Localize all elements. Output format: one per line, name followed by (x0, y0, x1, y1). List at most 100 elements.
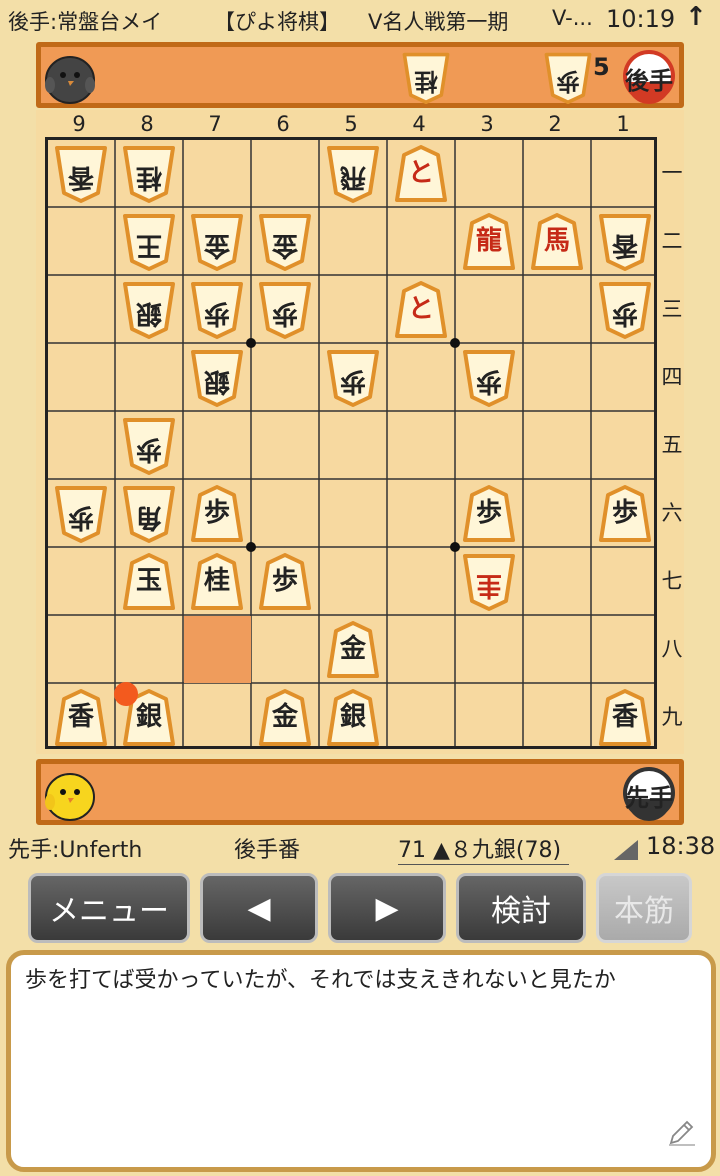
info-bar: 先手:Unferth 後手番 71 ▲８九銀(78) 18:38 (0, 830, 720, 866)
shogi-board[interactable]: 香桂飛と王金金龍馬香銀歩歩と歩銀歩歩歩歩角歩歩歩玉桂歩圭金香銀金銀香 (45, 137, 657, 749)
piece-char: 金 (272, 230, 299, 260)
piece-char: 圭 (476, 570, 503, 600)
hand-piece-count: 5 (593, 53, 610, 81)
app-name: 【ぴよ将棋】 (214, 10, 340, 34)
piece-sente[interactable]: 金 (326, 621, 380, 679)
piece-gote[interactable]: 歩 (122, 417, 176, 475)
analyze-button[interactable]: 検討 (456, 873, 586, 943)
pencil-icon[interactable] (667, 1117, 697, 1157)
piece-gote[interactable]: 歩 (54, 485, 108, 543)
comment-text: 歩を打てば受かっていたが、それでは支えきれないと見たか (25, 968, 616, 993)
piece-gote[interactable]: 歩 (326, 349, 380, 407)
next-move-button[interactable]: ▶ (328, 873, 446, 943)
piece-char: 王 (136, 230, 163, 260)
gote-hand-area[interactable]: 桂 歩5 後手 (36, 42, 684, 108)
file-label: 1 (616, 112, 630, 136)
piece-sente[interactable]: 歩 (462, 485, 516, 543)
move-marker-dot (114, 682, 138, 706)
piece-gote[interactable]: 銀 (190, 349, 244, 407)
rank-label: 六 (661, 501, 683, 525)
mainline-button[interactable]: 本筋 (596, 873, 692, 943)
rank-label: 九 (661, 705, 683, 729)
file-label: 7 (208, 112, 222, 136)
piece-sente[interactable]: と (394, 145, 448, 203)
sente-badge-label: 先手 (625, 784, 673, 812)
event-title-more: V-... (552, 6, 593, 30)
piece-gote[interactable]: 歩 (462, 349, 516, 407)
piece-gote[interactable]: 圭 (462, 553, 516, 611)
rank-label: 一 (661, 161, 683, 185)
hand-piece[interactable]: 桂 (402, 52, 451, 105)
rank-label: 二 (661, 229, 683, 253)
piece-gote[interactable]: 飛 (326, 145, 380, 203)
piece-gote[interactable]: 歩 (258, 281, 312, 339)
piece-char: と (407, 294, 434, 324)
piece-char: 桂 (203, 566, 230, 596)
piece-char: 角 (136, 502, 163, 532)
file-label: 5 (344, 112, 358, 136)
menu-button[interactable]: メニュー (28, 873, 190, 943)
piece-sente[interactable]: 歩 (258, 553, 312, 611)
file-label: 4 (412, 112, 426, 136)
piece-sente[interactable]: 香 (54, 689, 108, 747)
sente-hand-area[interactable]: 先手 (36, 759, 684, 825)
file-label: 8 (140, 112, 154, 136)
piece-char: 金 (339, 634, 366, 664)
file-label: 6 (276, 112, 290, 136)
move-indicator[interactable]: 71 ▲８九銀(78) (398, 832, 570, 865)
piece-gote[interactable]: 香 (598, 213, 652, 271)
piece-gote[interactable]: 歩 (190, 281, 244, 339)
piece-gote[interactable]: 角 (122, 485, 176, 543)
gote-badge-label: 後手 (625, 67, 673, 95)
hand-piece[interactable]: 歩 (544, 52, 593, 105)
gote-badge: 後手 (621, 48, 677, 104)
piece-gote[interactable]: 金 (190, 213, 244, 271)
piece-char: 歩 (68, 502, 95, 532)
piece-char: 金 (204, 230, 231, 260)
piece-char: 歩 (611, 498, 638, 528)
sente-badge: 先手 (621, 765, 677, 821)
hand-piece-char: 桂 (414, 67, 438, 95)
piece-sente[interactable]: 金 (258, 689, 312, 747)
piece-char: 飛 (340, 162, 367, 192)
piece-sente[interactable]: 桂 (190, 553, 244, 611)
prev-move-button[interactable]: ◀ (200, 873, 318, 943)
status-bar: 後手:常盤台メイ 【ぴよ将棋】 V名人戦第一期 V-... 10:19 ↑ (0, 0, 720, 40)
comment-box[interactable]: 歩を打てば受かっていたが、それでは支えきれないと見たか (6, 950, 716, 1172)
piece-char: 歩 (203, 498, 230, 528)
piece-char: 馬 (543, 226, 570, 256)
turn-indicator: 後手番 (234, 838, 301, 863)
piece-char: 歩 (271, 566, 298, 596)
file-label: 9 (72, 112, 86, 136)
piece-sente[interactable]: 馬 (530, 213, 584, 271)
gote-player-label: 後手:常盤台メイ (8, 10, 163, 34)
piece-gote[interactable]: 銀 (122, 281, 176, 339)
piece-char: 歩 (272, 298, 299, 328)
piece-char: 香 (611, 702, 638, 732)
yellow-chick-icon (43, 768, 97, 822)
last-move-highlight (184, 616, 251, 683)
piece-sente[interactable]: 玉 (122, 553, 176, 611)
piece-gote[interactable]: 歩 (598, 281, 652, 339)
piece-sente[interactable]: と (394, 281, 448, 339)
piece-gote[interactable]: 王 (122, 213, 176, 271)
piece-char: 龍 (475, 226, 502, 256)
piece-char: 歩 (476, 366, 503, 396)
piece-sente[interactable]: 香 (598, 689, 652, 747)
piece-gote[interactable]: 香 (54, 145, 108, 203)
piece-sente[interactable]: 歩 (598, 485, 652, 543)
piece-char: 金 (271, 702, 298, 732)
event-title: V名人戦第一期 (368, 10, 509, 34)
rank-label: 五 (661, 433, 683, 457)
piece-char: 歩 (612, 298, 639, 328)
rank-label: 八 (661, 637, 683, 661)
piece-gote[interactable]: 金 (258, 213, 312, 271)
dropdown-corner-icon[interactable] (614, 840, 638, 866)
board-area: 987654321 一二三四五六七八九 香桂飛と王金金龍馬香銀歩歩と歩銀歩歩歩歩… (36, 110, 684, 754)
piece-char: 香 (67, 702, 94, 732)
piece-sente[interactable]: 銀 (326, 689, 380, 747)
piece-sente[interactable]: 龍 (462, 213, 516, 271)
file-label: 3 (480, 112, 494, 136)
piece-sente[interactable]: 歩 (190, 485, 244, 543)
piece-gote[interactable]: 桂 (122, 145, 176, 203)
